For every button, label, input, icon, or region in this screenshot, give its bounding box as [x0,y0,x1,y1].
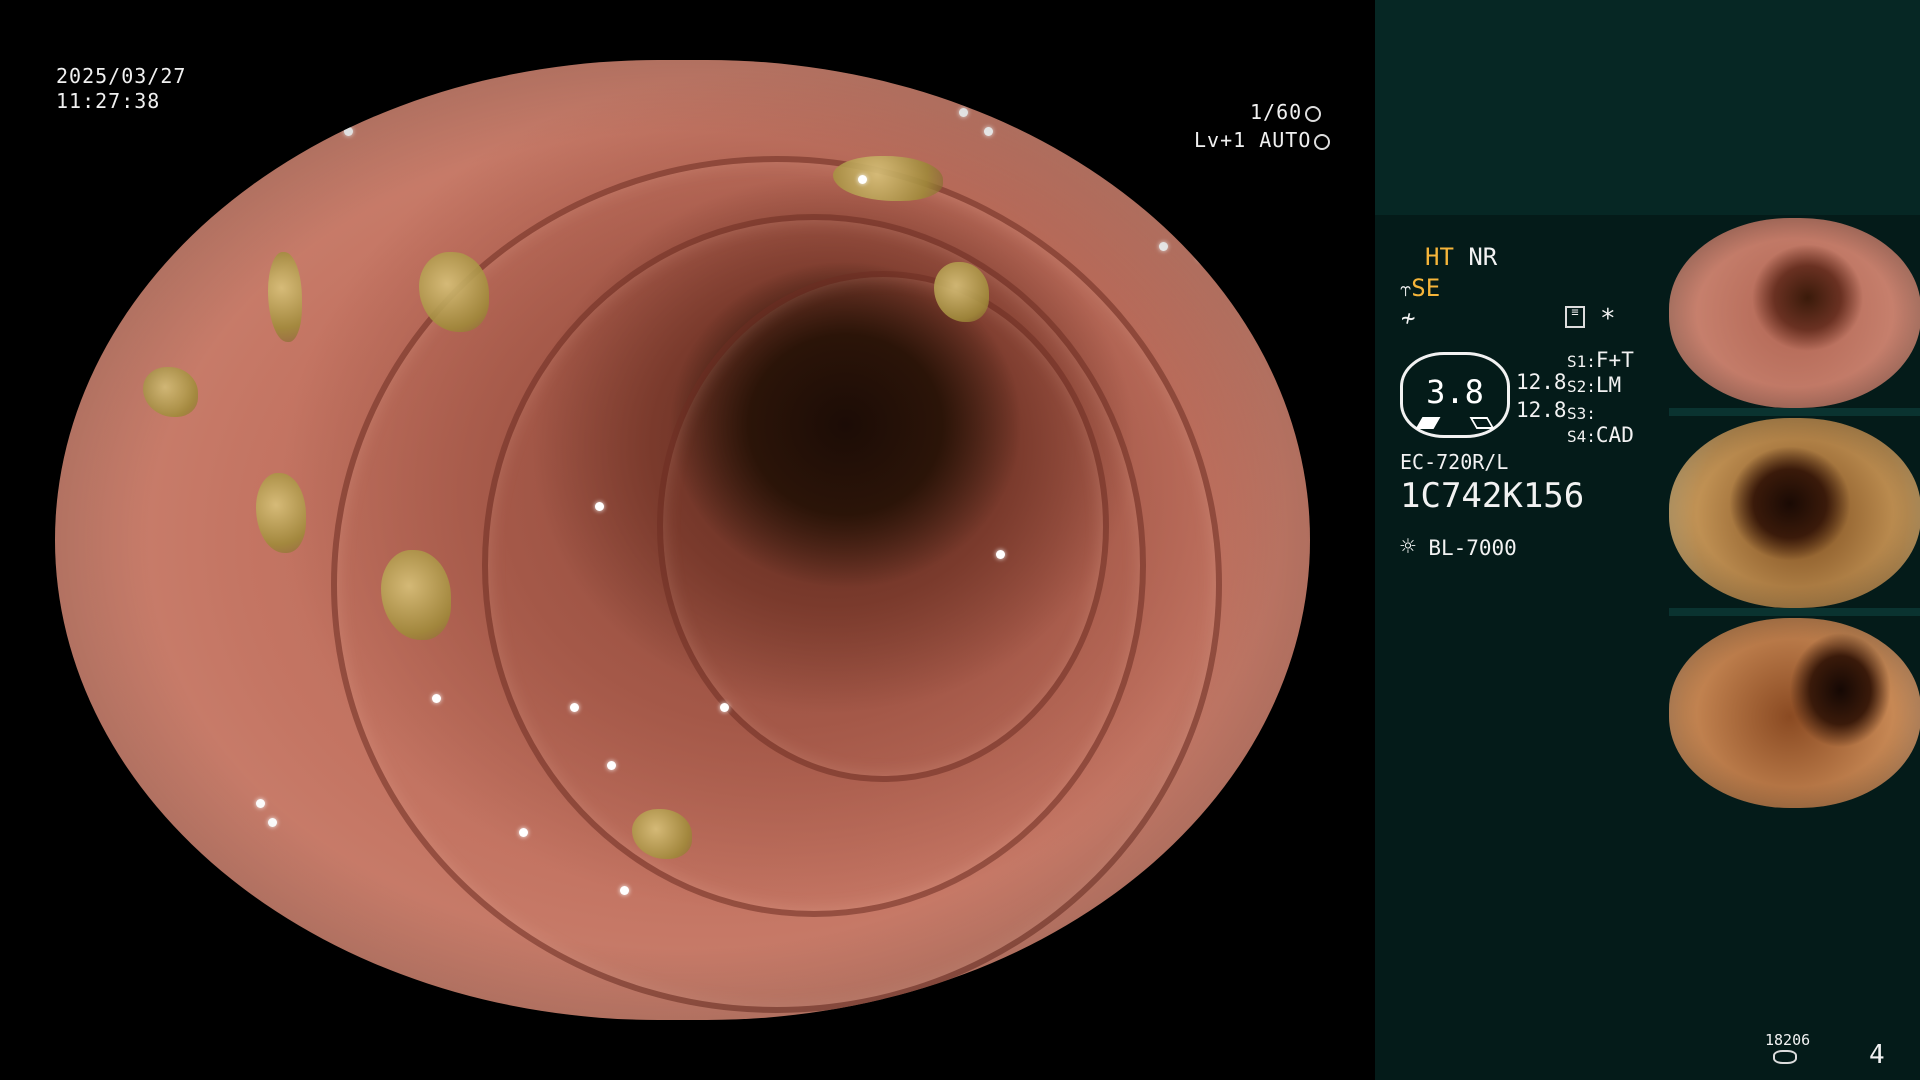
aperture-icon [1305,106,1322,122]
glare [619,885,629,895]
scope-serial: 1C742K156 [1400,476,1585,516]
debris [418,252,489,332]
thumbnail[interactable] [1669,218,1920,408]
thumbnail-divider [1669,608,1920,616]
debris [933,261,989,322]
s2-label: S2: [1567,377,1596,396]
debris [268,252,303,342]
s4-label: S4: [1567,427,1596,446]
ht-label: HT [1425,243,1454,271]
glare [331,117,341,127]
freeze-icon: ≁ [1401,304,1416,332]
glare [1159,242,1169,252]
gauge: 3.8 [1400,352,1510,438]
asterisk-icon: * [1600,304,1616,334]
glare [519,828,529,837]
glare [255,799,265,809]
level-readout: Lv+1 AUTO [1194,128,1331,152]
glare [1197,252,1207,261]
enhance-row: HT NR [1425,243,1497,271]
debris [833,156,944,201]
thumbnail[interactable] [1669,418,1920,608]
glare [569,703,579,713]
s1-label: S1: [1567,352,1596,371]
light-source: BL-7000 [1428,536,1517,560]
gauge-mark-right [1469,417,1495,429]
s4-row: S4:CAD [1567,423,1634,447]
debris [142,367,198,418]
s2-row: S2:LM [1567,373,1621,397]
mucosa-fold [481,213,1147,917]
info-panel: HT NR ⥾SE ≁ ≡ * 3.8 12.8 12.8 S1:F+T S2:… [1375,0,1920,1080]
glare [858,175,868,185]
page-number: 4 [1869,1040,1885,1070]
lamp-icon: ☼ [1400,532,1416,562]
glare [268,818,278,828]
s2-value: LM [1595,373,1622,397]
endoscope-view [55,60,1310,1020]
debris [255,472,306,553]
s3-row: S3: [1567,400,1596,424]
nr-label: NR [1468,243,1498,271]
scope-model: EC-720R/L [1400,450,1509,474]
glare [720,703,730,713]
s4-value: CAD [1595,423,1634,447]
counter-label: 18206 [1765,1031,1811,1049]
value-top: 12.8 [1516,370,1567,394]
mucosa-fold [657,271,1109,783]
se-row: ⥾SE [1400,274,1440,302]
glare [983,127,993,137]
value-bottom: 12.8 [1516,398,1567,422]
disk-icon [1773,1050,1797,1064]
s3-label: S3: [1567,404,1596,423]
date-label: 2025/03/27 [56,64,187,88]
glare [996,549,1006,559]
glare [431,693,441,703]
level-label: Lv+1 AUTO [1194,128,1312,152]
gauge-mark-left [1415,417,1441,429]
light-row: ☼ BL-7000 [1400,532,1517,562]
memo-icon: ≡ [1565,306,1585,328]
gauge-value: 3.8 [1426,373,1484,411]
thumbnail[interactable] [1669,618,1920,808]
glare [607,760,617,770]
se-label: SE [1411,274,1441,302]
thumbnail-divider [1669,408,1920,416]
glare [594,501,604,511]
debris [632,808,693,859]
glare [343,127,353,137]
shutter-label: 1/60 [1250,100,1303,124]
mucosa-fold [331,156,1222,1013]
shutter-readout: 1/60 [1250,100,1322,124]
s1-row: S1:F+T [1567,348,1634,372]
time-label: 11:27:38 [56,89,161,113]
debris [381,549,452,640]
iris-icon [1314,134,1331,150]
glare [958,108,968,117]
scope-icon: ⥾ [1400,277,1412,301]
s1-value: F+T [1595,348,1634,372]
